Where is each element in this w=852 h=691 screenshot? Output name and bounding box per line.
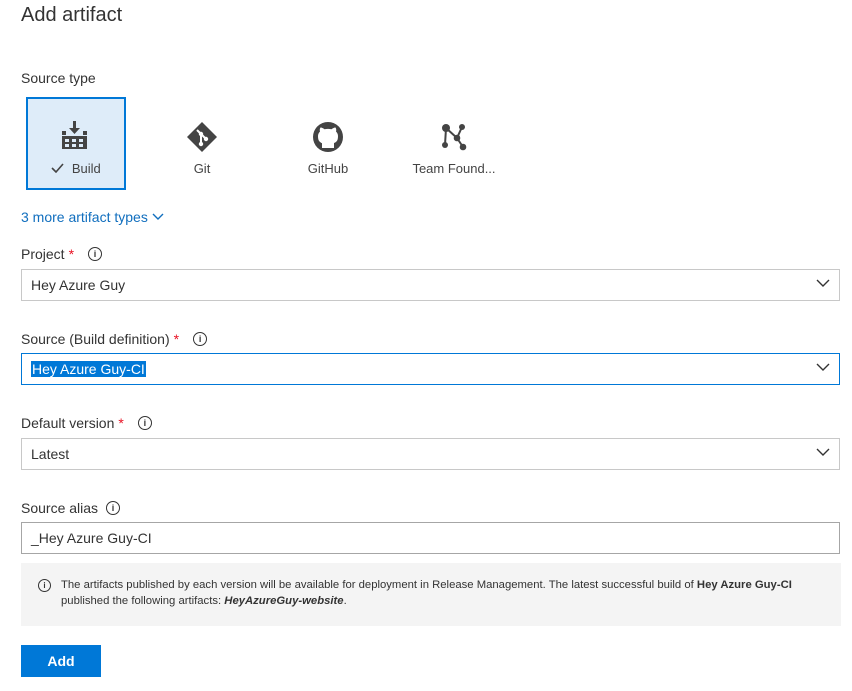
info-icon: i (38, 579, 51, 592)
chevron-down-icon (816, 448, 830, 456)
info-message: i The artifacts published by each versio… (21, 563, 841, 626)
team-foundation-icon (404, 121, 504, 153)
project-value: Hey Azure Guy (31, 277, 126, 293)
tile-label-git: Git (193, 161, 211, 176)
project-label: Project * i (21, 246, 103, 262)
source-alias-label: Source alias i (21, 500, 121, 516)
source-type-team-foundation-tile[interactable]: Team Found... (404, 97, 504, 190)
info-icon[interactable]: i (106, 501, 121, 515)
github-icon (278, 121, 378, 153)
info-icon[interactable]: i (88, 247, 103, 261)
chevron-down-icon (152, 213, 164, 220)
tile-label-team-foundation: Team Found... (412, 161, 496, 176)
source-type-github-tile[interactable]: GitHub (278, 97, 378, 190)
source-type-label: Source type (21, 70, 96, 86)
default-version-dropdown[interactable]: Latest (21, 438, 840, 470)
source-type-git-tile[interactable]: Git (152, 97, 252, 190)
source-type-tiles: Build Git GitHub Team Found... (26, 97, 530, 190)
dialog-title: Add artifact (21, 4, 123, 26)
source-alias-value: _Hey Azure Guy-CI (31, 530, 152, 546)
default-version-value: Latest (31, 446, 70, 462)
source-alias-input[interactable]: _Hey Azure Guy-CI (21, 522, 840, 554)
tile-label-github: GitHub (307, 161, 349, 176)
tile-label-build: Build (71, 161, 101, 176)
project-dropdown[interactable]: Hey Azure Guy (21, 269, 840, 301)
source-label: Source (Build definition) * i (21, 331, 208, 347)
add-button[interactable]: Add (21, 645, 101, 677)
build-name: Hey Azure Guy-CI (696, 579, 792, 591)
chevron-down-icon (816, 363, 830, 371)
artifact-name: HeyAzureGuy-website (224, 595, 344, 607)
info-icon[interactable]: i (193, 332, 208, 346)
git-icon (152, 121, 252, 153)
build-icon (28, 121, 124, 151)
source-type-build-tile[interactable]: Build (26, 97, 126, 190)
checkmark-icon (51, 161, 68, 176)
chevron-down-icon (816, 279, 830, 287)
default-version-label: Default version * i (21, 415, 152, 431)
source-value: Hey Azure Guy-CI (31, 361, 146, 377)
source-build-definition-dropdown[interactable]: Hey Azure Guy-CI (21, 353, 840, 385)
more-artifact-types-link[interactable]: 3 more artifact types (21, 209, 164, 225)
info-icon[interactable]: i (137, 416, 152, 430)
